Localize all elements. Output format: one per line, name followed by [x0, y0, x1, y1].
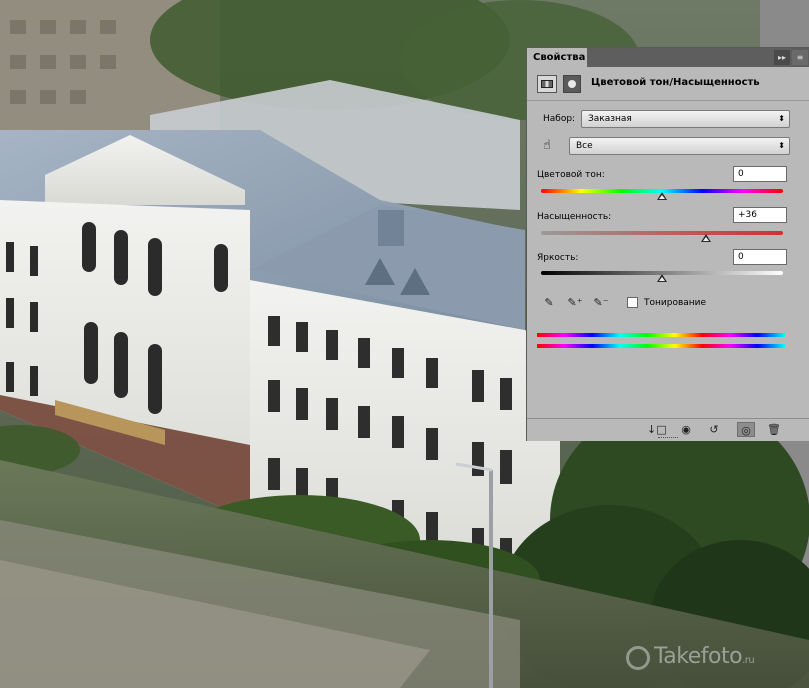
resize-grip[interactable]	[658, 437, 678, 440]
adjustment-header: Цветовой тон/Насыщенность	[527, 67, 809, 101]
layer-mask-icon[interactable]	[563, 75, 581, 93]
preset-dropdown[interactable]: Заказная ⬍	[581, 110, 790, 128]
clip-to-layer-icon[interactable]: ↓□	[647, 422, 667, 437]
channel-value: Все	[576, 141, 593, 151]
panel-controls: ▸▸ ≡	[774, 50, 808, 65]
lightness-input[interactable]: 0	[733, 249, 787, 265]
reset-icon[interactable]: ↺	[705, 422, 723, 437]
input-color-bar	[537, 333, 785, 337]
eyedropper-icon[interactable]: ✎	[541, 296, 557, 310]
visibility-eye-icon[interactable]: ◎	[737, 422, 755, 437]
eyedropper-minus-icon[interactable]: ✎⁻	[593, 296, 609, 310]
eyedropper-tools: ✎ ✎⁺ ✎⁻	[541, 296, 609, 310]
adjustment-title: Цветовой тон/Насыщенность	[591, 77, 760, 88]
lightness-slider-thumb[interactable]	[657, 274, 667, 282]
hue-slider-thumb[interactable]	[657, 192, 667, 200]
watermark-text: Takefoto	[654, 644, 743, 669]
panel-tabbar: Свойства ▸▸ ≡	[527, 48, 809, 67]
saturation-slider-track[interactable]	[541, 231, 783, 235]
panel-menu-icon[interactable]: ≡	[792, 50, 808, 65]
saturation-label: Насыщенность:	[537, 212, 612, 222]
properties-panel: Свойства ▸▸ ≡ Цветовой тон/Насыщенность …	[526, 47, 809, 441]
output-color-bar	[537, 344, 785, 348]
colorize-label: Тонирование	[644, 298, 707, 308]
lightness-label: Яркость:	[537, 253, 579, 263]
preset-label: Набор:	[543, 114, 576, 124]
hue-label: Цветовой тон:	[537, 170, 605, 180]
updown-arrow-icon: ⬍	[778, 141, 785, 150]
saturation-slider-thumb[interactable]	[700, 234, 711, 242]
updown-arrow-icon: ⬍	[778, 114, 785, 123]
panel-bottom-bar: ↓□ ◉ ↺ ◎ 🗑	[527, 418, 809, 441]
saturation-input[interactable]: +36	[733, 207, 787, 223]
trash-icon[interactable]: 🗑	[765, 422, 783, 437]
targeted-adjustment-hand-icon[interactable]: ☝	[539, 138, 555, 154]
hue-input[interactable]: 0	[733, 166, 787, 182]
watermark-logo-icon	[626, 646, 650, 670]
eyedropper-plus-icon[interactable]: ✎⁺	[567, 296, 583, 310]
watermark: Takefoto.ru	[626, 644, 755, 670]
colorize-checkbox[interactable]	[627, 297, 638, 308]
view-previous-state-icon[interactable]: ◉	[677, 422, 695, 437]
channel-dropdown[interactable]: Все ⬍	[569, 137, 790, 155]
watermark-suffix: .ru	[742, 655, 755, 666]
double-chevron-right-icon[interactable]: ▸▸	[774, 50, 790, 65]
tab-properties[interactable]: Свойства	[527, 48, 587, 67]
hue-saturation-adjustment-icon[interactable]	[537, 75, 557, 93]
preset-value: Заказная	[588, 114, 632, 124]
